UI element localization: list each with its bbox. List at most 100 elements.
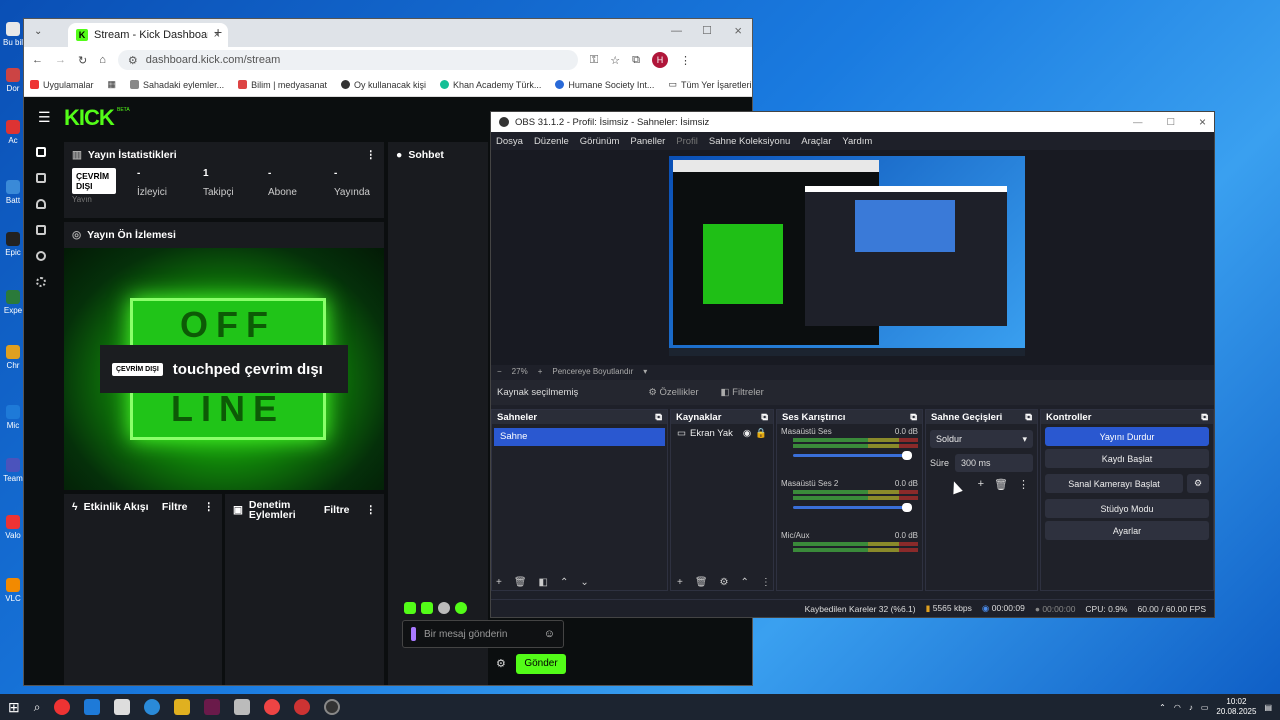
more-options-icon[interactable]: ⋮: [366, 504, 377, 516]
bookmark-star-icon[interactable]: ☆: [610, 54, 620, 67]
virtual-cam-settings-icon[interactable]: ⚙: [1187, 474, 1209, 493]
desktop-icon[interactable]: Ac: [2, 120, 24, 145]
desktop-icon[interactable]: Bu bil: [2, 22, 24, 47]
app-icon[interactable]: [294, 699, 311, 715]
sidebar-item-library[interactable]: [24, 165, 58, 191]
filter-button[interactable]: Filtre: [324, 504, 350, 516]
chrome-icon[interactable]: [264, 699, 281, 715]
profile-avatar[interactable]: H: [651, 52, 668, 68]
stop-streaming-button[interactable]: Yayını Durdur: [1045, 427, 1209, 446]
menu-profile[interactable]: Profil: [676, 136, 698, 147]
notification-icon[interactable]: ▤: [1264, 703, 1272, 712]
clock[interactable]: 10:02 20.08.2025: [1216, 697, 1256, 717]
bookmark-item[interactable]: Sahadaki eylemler...: [130, 80, 224, 90]
bookmark-apps[interactable]: Uygulamalar: [30, 80, 94, 90]
send-button[interactable]: Gönder: [516, 654, 566, 674]
kick-logo[interactable]: KICK: [64, 105, 115, 131]
move-up-icon[interactable]: ⌃: [741, 577, 749, 588]
volume-slider[interactable]: [793, 503, 912, 512]
browser-tab[interactable]: K Stream - Kick Dashboard ×: [68, 23, 228, 47]
address-bar[interactable]: ⚙ dashboard.kick.com/stream: [117, 50, 578, 70]
remove-icon[interactable]: 🗑: [514, 577, 527, 588]
menu-tools[interactable]: Araçlar: [801, 136, 831, 147]
reload-icon[interactable]: ↻: [78, 54, 87, 67]
chat-settings-icon[interactable]: ⚙: [496, 657, 506, 670]
app-icon[interactable]: [204, 699, 221, 715]
emote-icon[interactable]: [404, 602, 416, 614]
chevron-down-icon[interactable]: ▾: [643, 367, 647, 376]
new-tab-icon[interactable]: +: [214, 24, 222, 40]
store-icon[interactable]: [114, 699, 131, 715]
sidebar-item-stream[interactable]: [24, 139, 58, 165]
chevron-up-icon[interactable]: ⌃: [1159, 703, 1166, 712]
undock-icon[interactable]: ⧉: [1025, 412, 1032, 423]
close-window-icon[interactable]: ×: [1199, 115, 1206, 129]
menu-file[interactable]: Dosya: [496, 136, 523, 147]
sidebar-item-community[interactable]: [24, 243, 58, 269]
undock-icon[interactable]: ⧉: [655, 412, 662, 423]
menu-view[interactable]: Görünüm: [580, 136, 620, 147]
folder-icon[interactable]: [174, 699, 191, 715]
volume-icon[interactable]: ♪: [1189, 703, 1193, 712]
gear-icon[interactable]: ⚙: [720, 577, 729, 588]
settings-button[interactable]: Ayarlar: [1045, 521, 1209, 540]
grid-icon[interactable]: ▦: [108, 79, 117, 90]
visibility-icon[interactable]: ◉: [743, 428, 751, 439]
add-icon[interactable]: +: [677, 577, 683, 588]
more-icon[interactable]: ⋮: [1018, 478, 1029, 491]
remove-icon[interactable]: 🗑: [994, 478, 1008, 491]
desktop-icon[interactable]: Mic: [2, 405, 24, 430]
fit-to-window[interactable]: Pencereye Boyutlandır: [552, 367, 633, 376]
menu-docks[interactable]: Paneller: [630, 136, 665, 147]
emote-icon[interactable]: [421, 602, 433, 614]
maximize-icon[interactable]: ☐: [1166, 117, 1175, 128]
maximize-icon[interactable]: ☐: [702, 24, 712, 37]
undock-icon[interactable]: ⧉: [1201, 412, 1208, 423]
lock-icon[interactable]: 🔒: [755, 428, 767, 439]
menu-icon[interactable]: ⋮: [680, 54, 691, 67]
start-virtual-camera-button[interactable]: Sanal Kamerayı Başlat: [1045, 474, 1183, 493]
battery-icon[interactable]: ▭: [1201, 703, 1209, 712]
desktop-icon[interactable]: Dor: [2, 68, 24, 93]
forward-icon[interactable]: →: [55, 54, 66, 66]
site-info-icon[interactable]: ⚙: [128, 54, 138, 67]
zoom-out-icon[interactable]: −: [497, 367, 502, 376]
remove-icon[interactable]: 🗑: [695, 577, 708, 588]
filter-button[interactable]: Filtre: [162, 501, 188, 513]
more-icon[interactable]: ⋮: [761, 577, 771, 588]
zoom-in-icon[interactable]: +: [538, 367, 543, 376]
filters-button[interactable]: ◧ Filtreler: [721, 387, 764, 398]
emote-icon[interactable]: [455, 602, 467, 614]
back-icon[interactable]: ←: [32, 54, 43, 66]
more-options-icon[interactable]: ⋮: [204, 501, 215, 513]
sidebar-item-camera[interactable]: [24, 217, 58, 243]
menu-edit[interactable]: Düzenle: [534, 136, 569, 147]
desktop-icon[interactable]: Chr: [2, 345, 24, 370]
start-icon[interactable]: ⊞: [8, 699, 20, 716]
sidebar-item-settings[interactable]: [24, 269, 58, 295]
all-bookmarks[interactable]: ▭ Tüm Yer İşaretleri: [668, 79, 751, 90]
opera-icon[interactable]: [54, 699, 71, 715]
start-recording-button[interactable]: Kaydı Başlat: [1045, 449, 1209, 468]
edge-icon[interactable]: [144, 699, 161, 715]
obs-taskbar-icon[interactable]: [324, 699, 341, 715]
move-down-icon[interactable]: ⌄: [580, 577, 588, 588]
more-options-icon[interactable]: ⋮: [366, 149, 377, 161]
network-icon[interactable]: ◠: [1174, 703, 1181, 712]
filter-icon[interactable]: ◧: [539, 577, 548, 588]
close-window-icon[interactable]: ×: [734, 23, 742, 38]
search-icon[interactable]: ⌕: [34, 700, 41, 715]
desktop-icon[interactable]: Batt: [2, 180, 24, 205]
source-item[interactable]: ▭ Ekran Yak ◉ 🔒: [671, 424, 773, 443]
bookmark-item[interactable]: Khan Academy Türk...: [440, 80, 541, 90]
volume-slider[interactable]: [793, 451, 912, 460]
undock-icon[interactable]: ⧉: [761, 412, 768, 423]
menu-scene-collection[interactable]: Sahne Koleksiyonu: [709, 136, 790, 147]
scene-item[interactable]: Sahne: [494, 428, 665, 446]
chat-input[interactable]: Bir mesaj gönderin ☺: [402, 620, 564, 648]
menu-help[interactable]: Yardım: [842, 136, 872, 147]
bookmark-item[interactable]: Oy kullanacak kişi: [340, 80, 426, 90]
bookmark-item[interactable]: Humane Society Int...: [555, 80, 654, 90]
undock-icon[interactable]: ⧉: [910, 412, 917, 423]
minimize-icon[interactable]: —: [671, 25, 682, 37]
